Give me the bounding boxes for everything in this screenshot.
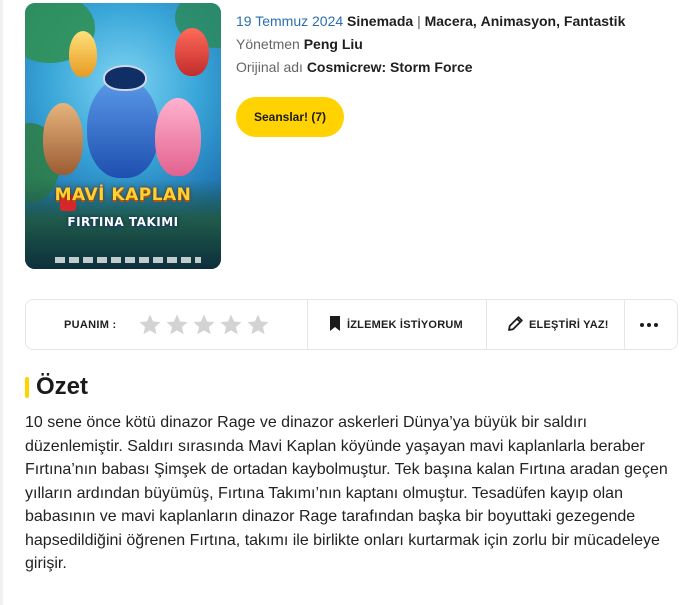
more-dots-icon [640, 322, 658, 327]
heading-accent-bar [25, 376, 29, 398]
star-icon[interactable] [164, 312, 189, 337]
page-edge [0, 0, 3, 605]
star-icon[interactable] [218, 312, 243, 337]
original-title-row: Orijinal adı Cosmicrew: Storm Force [236, 56, 625, 79]
poster-blue-tiger [87, 78, 159, 178]
genre-link[interactable]: Fantastik [564, 13, 625, 29]
pencil-icon [508, 315, 523, 334]
star-icon[interactable] [137, 312, 162, 337]
summary-heading: Özet [25, 372, 88, 402]
star-icon[interactable] [245, 312, 270, 337]
rating-label: PUANIM : [64, 318, 117, 331]
genre-link[interactable]: Macera [425, 13, 473, 29]
poster-subtitle: FIRTINA TAKIMI [67, 215, 179, 229]
action-bar: PUANIM : İZLEMEK İSTİYORUM ELEŞTİRİ YAZ! [25, 299, 678, 350]
genre-link[interactable]: Animasyon [481, 13, 556, 29]
release-row: 19 Temmuz 2024 Sinemada | Macera, Animas… [236, 13, 626, 29]
poster-yellow-character [69, 31, 97, 77]
release-date: 19 Temmuz 2024 [236, 13, 344, 29]
poster-visor [103, 65, 147, 91]
director-label: Yönetmen [236, 36, 300, 52]
watchlist-label: İZLEMEK İSTİYORUM [347, 318, 463, 331]
bookmark-icon [329, 315, 341, 334]
star-icon[interactable] [191, 312, 216, 337]
watchlist-button[interactable]: İZLEMEK İSTİYORUM [329, 300, 463, 349]
more-options-button[interactable] [624, 300, 674, 349]
poster-title: MAVİ KAPLAN [54, 185, 192, 205]
original-title: Cosmicrew: Storm Force [306, 59, 473, 75]
poster-red-character [175, 28, 209, 76]
write-review-button[interactable]: ELEŞTİRİ YAZ! [508, 300, 609, 349]
rating-stars [137, 300, 270, 349]
divider [307, 300, 308, 349]
separator: | [417, 13, 421, 29]
director-row: Yönetmen Peng Liu [236, 33, 625, 56]
release-status: Sinemada [347, 13, 414, 29]
original-title-label: Orijinal adı [236, 59, 303, 75]
summary-text: 10 sene önce kötü dinazor Rage ve dinazo… [25, 414, 668, 572]
movie-poster[interactable]: MAVİ KAPLAN FIRTINA TAKIMI [25, 3, 221, 269]
sessions-button[interactable]: Seanslar! (7) [236, 97, 344, 137]
movie-meta: 19 Temmuz 2024 Sinemada | Macera, Animas… [236, 10, 625, 79]
poster-credits [55, 257, 201, 263]
poster-pink-character [155, 98, 201, 176]
director-link[interactable]: Peng Liu [304, 36, 363, 52]
write-review-label: ELEŞTİRİ YAZ! [529, 318, 609, 331]
poster-lynx-character [43, 103, 83, 175]
divider [486, 300, 487, 349]
summary-title: Özet [36, 373, 89, 400]
